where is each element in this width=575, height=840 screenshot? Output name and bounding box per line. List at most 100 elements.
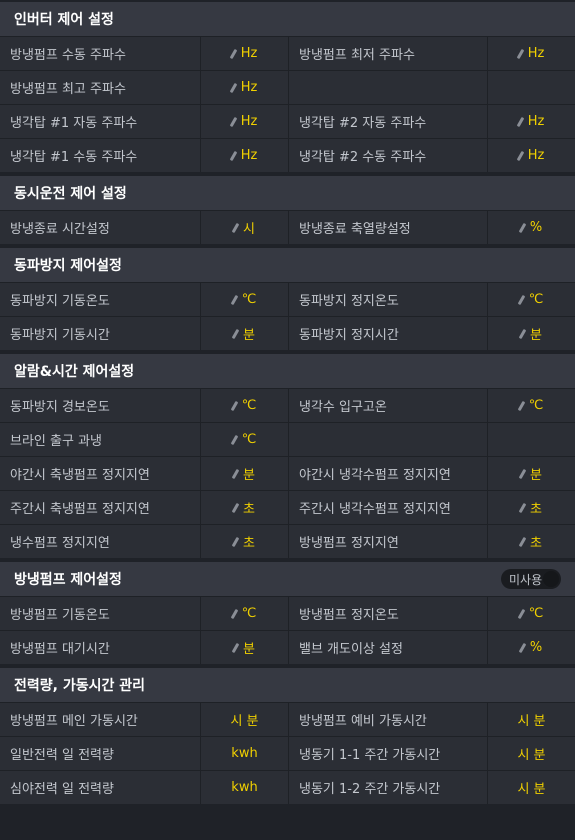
setting-label: 방냉종료 축열량설정 [289, 211, 488, 244]
setting-value[interactable]: Hz [201, 139, 289, 172]
setting-value[interactable]: % [488, 211, 575, 244]
setting-label: 동파방지 정지시간 [289, 317, 488, 350]
pencil-icon[interactable] [516, 116, 524, 127]
setting-value[interactable]: ℃ [201, 283, 289, 316]
pencil-icon[interactable] [230, 294, 238, 305]
pencil-icon[interactable] [231, 222, 240, 233]
setting-value[interactable]: ℃ [488, 389, 575, 422]
pencil-icon[interactable] [518, 642, 527, 653]
pencil-icon[interactable] [231, 642, 240, 653]
setting-value[interactable]: ℃ [201, 423, 289, 456]
setting-value[interactable]: ℃ [488, 283, 575, 316]
unit-label: Hz [527, 46, 545, 61]
setting-value[interactable]: 시 [201, 211, 289, 244]
use-toggle[interactable]: 미사용 [501, 569, 561, 589]
setting-label: 브라인 출구 과냉 [0, 423, 201, 456]
unit-label: ℃ [241, 398, 257, 413]
pencil-icon[interactable] [231, 502, 240, 513]
pencil-icon[interactable] [229, 150, 237, 161]
setting-label: 동파방지 경보온도 [0, 389, 201, 422]
unit-label: ℃ [528, 398, 544, 413]
setting-value[interactable]: Hz [201, 37, 289, 70]
setting-value: 시 분 [488, 703, 575, 736]
setting-row: 방냉종료 시간설정 시 방냉종료 축열량설정% [0, 210, 575, 244]
pencil-icon[interactable] [231, 328, 240, 339]
setting-value[interactable]: Hz [488, 139, 575, 172]
pencil-icon[interactable] [517, 294, 525, 305]
setting-row: 방냉펌프 기동온도 ℃ 방냉펌프 정지온도 ℃ [0, 596, 575, 630]
setting-label: 냉각탑 #2 수동 주파수 [289, 139, 488, 172]
setting-label: 동파방지 기동온도 [0, 283, 201, 316]
unit-label: 분 [243, 468, 255, 483]
setting-value[interactable]: 분 [201, 317, 289, 350]
section-header: 방냉펌프 제어설정 미사용 [0, 560, 575, 596]
setting-value[interactable]: 분 [201, 457, 289, 490]
setting-label: 방냉펌프 정지온도 [289, 597, 488, 630]
pencil-icon[interactable] [517, 400, 525, 411]
section-title: 알람&시간 제어설정 [14, 364, 135, 380]
pencil-icon[interactable] [518, 468, 527, 479]
pencil-icon[interactable] [230, 434, 238, 445]
setting-value[interactable]: ℃ [201, 389, 289, 422]
pencil-icon[interactable] [518, 222, 527, 233]
setting-label: 야간시 축냉펌프 정지지연 [0, 457, 201, 490]
setting-value[interactable]: 초 [201, 525, 289, 558]
unit-label: 분 [243, 642, 255, 657]
setting-label: 심야전력 일 전력량 [0, 771, 201, 804]
pencil-icon[interactable] [517, 608, 525, 619]
pencil-icon[interactable] [231, 536, 240, 547]
pencil-icon[interactable] [229, 82, 237, 93]
toggle-label: 미사용 [509, 572, 543, 587]
setting-value[interactable]: 분 [201, 631, 289, 664]
unit-label: ℃ [241, 432, 257, 447]
setting-label: 냉각탑 #1 수동 주파수 [0, 139, 201, 172]
setting-row: 동파방지 기동온도 ℃ 동파방지 정지온도 ℃ [0, 282, 575, 316]
setting-value[interactable]: 초 [488, 525, 575, 558]
pencil-icon[interactable] [229, 116, 237, 127]
setting-label [289, 71, 488, 104]
settings-section: 인버터 제어 설정 방냉펌프 수동 주파수 Hz 방냉펌프 최저 주파수 Hz 방냉펌프 … [0, 0, 575, 172]
setting-label: 밸브 개도이상 설정 [289, 631, 488, 664]
unit-label: 시 분 [230, 714, 259, 729]
pencil-icon[interactable] [230, 608, 238, 619]
pencil-icon[interactable] [518, 502, 527, 513]
setting-value: kwh [201, 737, 289, 770]
settings-section: 전력량, 가동시간 관리 방냉펌프 메인 가동시간 시 분 방냉펌프 예비 가동시간 시… [0, 666, 575, 804]
setting-label: 냉각탑 #1 자동 주파수 [0, 105, 201, 138]
setting-row: 심야전력 일 전력량 kwh 냉동기 1-2 주간 가동시간 시 분 [0, 770, 575, 804]
setting-value[interactable]: 초 [488, 491, 575, 524]
setting-value[interactable]: Hz [488, 37, 575, 70]
setting-value[interactable]: Hz [201, 105, 289, 138]
setting-label [289, 423, 488, 456]
setting-value[interactable]: Hz [201, 71, 289, 104]
setting-value[interactable]: 분 [488, 457, 575, 490]
setting-value[interactable]: 초 [201, 491, 289, 524]
setting-value[interactable]: ℃ [201, 597, 289, 630]
pencil-icon[interactable] [229, 48, 237, 59]
pencil-icon[interactable] [518, 328, 527, 339]
unit-label: Hz [240, 148, 258, 163]
unit-label: kwh [231, 746, 258, 761]
setting-value[interactable]: ℃ [488, 597, 575, 630]
unit-label: kwh [231, 780, 258, 795]
section-header: 전력량, 가동시간 관리 [0, 666, 575, 702]
setting-row: 냉각탑 #1 자동 주파수 Hz 냉각탑 #2 자동 주파수 Hz [0, 104, 575, 138]
pencil-icon[interactable] [516, 150, 524, 161]
unit-label: % [529, 640, 543, 655]
setting-row: 냉수펌프 정지지연 초 방냉펌프 정지지연 초 [0, 524, 575, 558]
setting-value[interactable]: % [488, 631, 575, 664]
pencil-icon[interactable] [518, 536, 527, 547]
pencil-icon[interactable] [516, 48, 524, 59]
section-title: 전력량, 가동시간 관리 [14, 678, 145, 694]
settings-section: 동파방지 제어설정 동파방지 기동온도 ℃ 동파방지 정지온도 ℃ 동파방지 기동시간 분 동… [0, 246, 575, 350]
unit-label: 초 [243, 536, 255, 551]
setting-value[interactable]: 분 [488, 317, 575, 350]
pencil-icon[interactable] [231, 468, 240, 479]
unit-label: ℃ [241, 292, 257, 307]
pencil-icon[interactable] [230, 400, 238, 411]
setting-label: 방냉종료 시간설정 [0, 211, 201, 244]
setting-label: 일반전력 일 전력량 [0, 737, 201, 770]
unit-label: 초 [530, 536, 542, 551]
settings-section: 알람&시간 제어설정 동파방지 경보온도 ℃ 냉각수 입구고온 ℃ 브라인 출구 과냉 ℃ 야… [0, 352, 575, 558]
setting-value[interactable]: Hz [488, 105, 575, 138]
